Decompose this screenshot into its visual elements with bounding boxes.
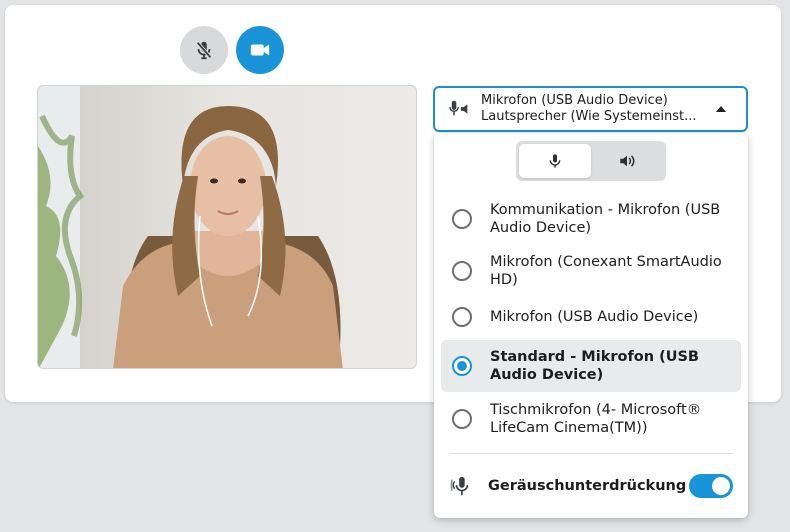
tab-microphone[interactable] — [519, 144, 591, 178]
noise-suppression-icon — [450, 476, 469, 496]
option-label: Tischmikrofon (4- Microsoft® LifeCam Cin… — [490, 402, 702, 436]
mute-microphone-button[interactable] — [180, 26, 228, 74]
option-standard-mikrofon[interactable]: Standard - Mikrofon (USB Audio Device) — [441, 340, 741, 392]
caret-up-icon — [716, 106, 726, 112]
selected-microphone: Mikrofon (USB Audio Device) — [481, 93, 668, 108]
option-tischmikrofon[interactable]: Tischmikrofon (4- Microsoft® LifeCam Cin… — [441, 393, 741, 445]
noise-suppression-toggle[interactable] — [689, 474, 733, 498]
noise-suppression-label: Geräuschunterdrückung — [488, 478, 687, 494]
radio-button[interactable] — [452, 307, 472, 327]
option-conexant-mikrofon[interactable]: Mikrofon (Conexant SmartAudio HD) — [441, 245, 741, 297]
speaker-icon — [620, 155, 635, 167]
option-usb-mikrofon[interactable]: Mikrofon (USB Audio Device) — [441, 297, 741, 337]
option-label: Kommunikation - Mikrofon (USB Audio Devi… — [490, 202, 721, 236]
microphone-speaker-icon — [449, 100, 468, 116]
audio-device-select[interactable]: Mikrofon (USB Audio Device) Lautsprecher… — [433, 86, 748, 132]
divider — [450, 453, 733, 454]
selected-devices: Mikrofon (USB Audio Device) Lautsprecher… — [481, 93, 716, 125]
option-label: Mikrofon (Conexant SmartAudio HD) — [490, 254, 722, 288]
camera-preview-image — [38, 86, 416, 368]
radio-button[interactable] — [452, 409, 472, 429]
selected-speaker: Lautsprecher (Wie Systemeinst... — [481, 109, 697, 124]
radio-button[interactable] — [452, 261, 472, 281]
option-label: Mikrofon (USB Audio Device) — [490, 309, 699, 325]
microphone-muted-icon — [196, 41, 212, 60]
toggle-camera-button[interactable] — [236, 26, 284, 74]
audio-device-dropdown: Kommunikation - Mikrofon (USB Audio Devi… — [434, 133, 748, 518]
option-label: Standard - Mikrofon (USB Audio Device) — [490, 349, 699, 383]
noise-suppression-row: Geräuschunterdrückung — [450, 471, 733, 501]
tab-speaker[interactable] — [591, 144, 663, 178]
video-camera-icon — [250, 44, 270, 56]
camera-preview — [37, 85, 417, 369]
radio-button[interactable] — [452, 209, 472, 229]
option-kommunikation-mikrofon[interactable]: Kommunikation - Mikrofon (USB Audio Devi… — [441, 193, 741, 245]
device-type-tabs — [516, 141, 666, 181]
radio-button-selected[interactable] — [452, 356, 472, 376]
microphone-icon — [549, 154, 561, 168]
